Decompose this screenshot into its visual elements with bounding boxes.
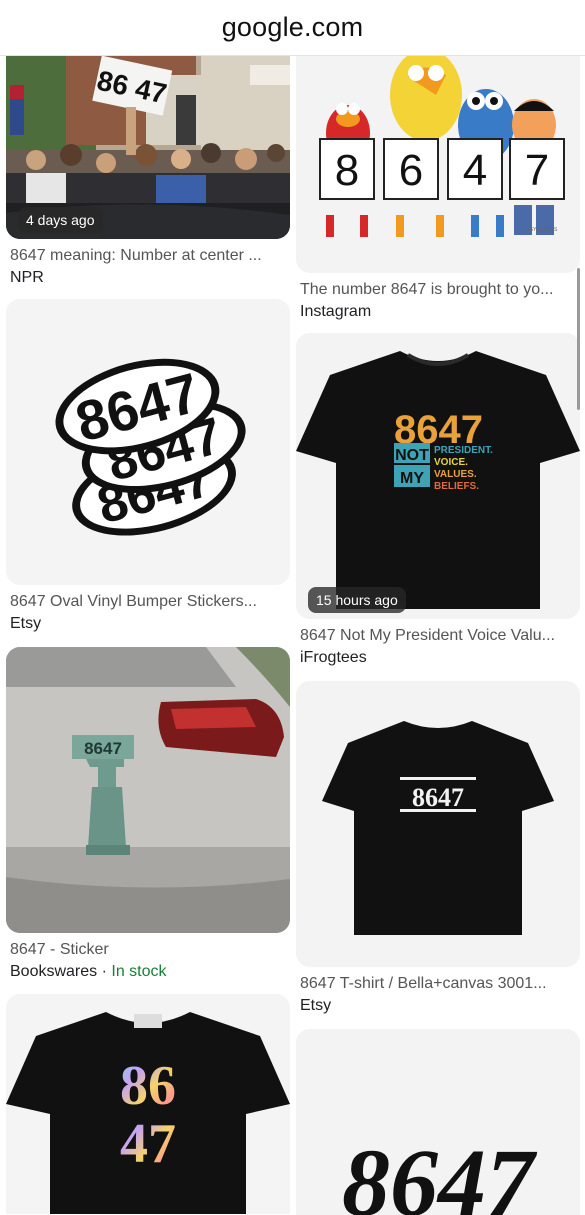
print-top: 86	[120, 1055, 176, 1117]
shirt-not: NOT	[395, 447, 429, 464]
result-source: NPR	[10, 269, 44, 286]
card-digit: 6	[399, 146, 423, 195]
stock-status: In stock	[111, 963, 167, 980]
result-source: iFrogtees	[300, 649, 367, 666]
image-result[interactable]: 86 47 4 days ago 8647 meaning: Number at…	[6, 55, 290, 287]
print-bottom: 47	[120, 1113, 176, 1175]
source-name: Bookswares	[10, 963, 98, 980]
shirt-line: PRESIDENT.	[434, 445, 493, 456]
result-thumbnail[interactable]: 8647 8647 8647	[6, 299, 290, 585]
age-badge: 4 days ago	[18, 207, 103, 233]
result-source: Etsy	[10, 615, 42, 632]
result-thumbnail[interactable]: 8 6 4 7 CSYQUEERS	[296, 55, 580, 273]
domain-label: google.com	[221, 12, 364, 42]
image-result[interactable]: 8 6 4 7 CSYQUEERS The number 8647 is bro…	[296, 55, 580, 321]
result-source: Instagram	[300, 303, 372, 320]
script-text: 8647	[342, 1129, 538, 1215]
result-thumbnail[interactable]: 8647	[296, 1029, 580, 1215]
address-bar[interactable]: google.com	[0, 0, 585, 56]
sticker-sign-text: 8647	[84, 739, 122, 758]
shirt-line: VOICE.	[434, 457, 468, 468]
separator: ·	[97, 963, 112, 980]
result-thumbnail[interactable]: 86 47 4 days ago	[6, 55, 290, 239]
shirt-line: BELIEFS.	[434, 481, 479, 492]
result-thumbnail[interactable]: 8647	[296, 681, 580, 967]
result-thumbnail[interactable]: 8647	[6, 647, 290, 933]
result-caption: 8647 Oval Vinyl Bumper Stickers...	[10, 593, 257, 610]
age-badge: 15 hours ago	[308, 587, 406, 613]
result-caption: The number 8647 is brought to yo...	[300, 281, 554, 298]
result-thumbnail[interactable]: 8647 NOT MY PRESIDENT. VOICE. VALUES. BE…	[296, 333, 580, 619]
result-caption: 8647 T-shirt / Bella+canvas 3001...	[300, 975, 547, 992]
result-source: Bookswares · In stock	[6, 963, 290, 981]
artist-signature: CSYQUEERS	[526, 227, 558, 233]
result-caption: 8647 - Sticker	[10, 941, 109, 958]
result-caption: 8647 Not My President Voice Valu...	[300, 627, 555, 644]
result-caption: 8647 meaning: Number at center ...	[10, 247, 262, 264]
image-result[interactable]: 8647 8647 - Sticker Bookswares · In stoc…	[6, 647, 290, 981]
image-result[interactable]: 8647 NOT MY PRESIDENT. VOICE. VALUES. BE…	[296, 333, 580, 667]
card-digit: 8	[335, 146, 359, 195]
image-result[interactable]: 8647 8647 T-shirt / Bella+canvas 3001...…	[296, 681, 580, 1015]
scrollbar[interactable]	[577, 268, 580, 410]
image-result[interactable]: 86 47	[6, 994, 290, 1214]
card-digit: 7	[525, 146, 549, 195]
image-result[interactable]: 8647	[296, 1029, 580, 1215]
shirt-line: VALUES.	[434, 469, 477, 480]
image-result[interactable]: 8647 8647 8647 8647 Oval Vinyl Bumper St…	[6, 299, 290, 633]
shirt-my: MY	[400, 470, 424, 487]
shirt-print: 8647	[412, 783, 464, 812]
card-digit: 4	[463, 146, 487, 195]
result-thumbnail[interactable]: 86 47	[6, 994, 290, 1214]
result-source: Etsy	[300, 997, 332, 1014]
